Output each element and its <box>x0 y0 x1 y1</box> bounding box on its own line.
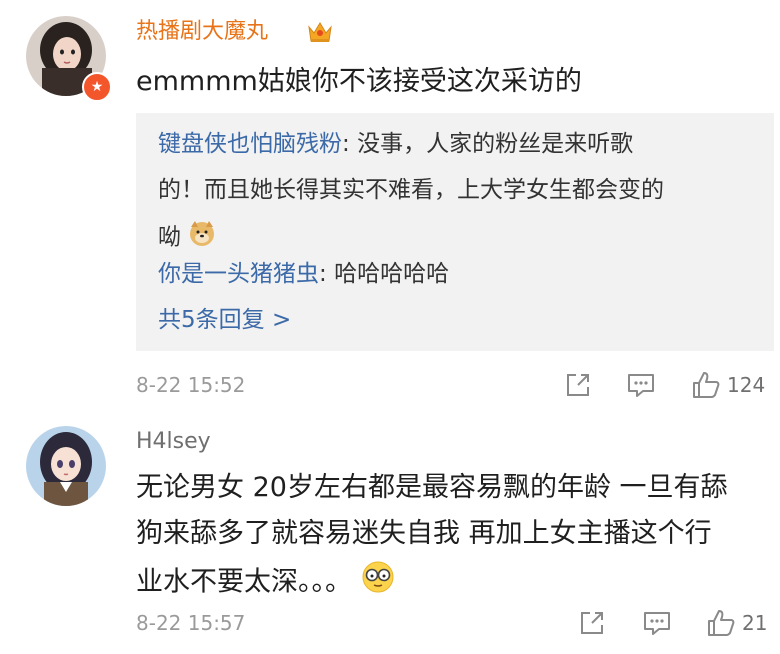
comment-item: ★ 热播剧大魔丸 emmmm姑娘你不该接受这次采访的 键盘侠也怕脑残粉: 没事，… <box>0 0 780 410</box>
reply-username[interactable]: 你是一头猪猪虫 <box>158 261 319 287</box>
more-replies-link[interactable]: 共5条回复 > <box>158 303 291 337</box>
comment-item: H4lsey 无论男女 20岁左右都是最容易飘的年龄 一旦有舔 狗来舔多了就容易… <box>0 410 780 654</box>
share-button[interactable] <box>578 608 606 638</box>
reply-username[interactable]: 键盘侠也怕脑残粉 <box>158 131 342 157</box>
glasses-emoji-icon <box>361 560 395 606</box>
comment-text-continued: 业水不要太深。。。 <box>136 560 395 606</box>
vip-badge-icon: ★ <box>82 72 112 102</box>
reply-box[interactable]: 键盘侠也怕脑残粉: 没事，人家的粉丝是来听歌 的！而且她长得其实不难看，上大学女… <box>136 113 774 351</box>
crown-icon <box>306 18 334 50</box>
avatar[interactable] <box>26 426 106 506</box>
comment-button[interactable] <box>642 608 672 638</box>
like-count: 124 <box>727 373 766 397</box>
timestamp: 8-22 15:52 <box>136 373 246 397</box>
comment-meta: 8-22 15:57 21 <box>136 608 780 638</box>
comment-text: emmmm姑娘你不该接受这次采访的 <box>136 66 582 97</box>
share-icon <box>567 374 589 396</box>
reply-item[interactable]: 你是一头猪猪虫: 哈哈哈哈哈 <box>158 257 449 291</box>
share-button[interactable] <box>564 370 592 400</box>
like-icon <box>693 372 720 398</box>
doge-emoji-icon <box>188 219 216 257</box>
comment-meta: 8-22 15:52 124 <box>136 370 780 400</box>
username[interactable]: H4lsey <box>136 428 211 456</box>
reply-text: 没事，人家的粉丝是来听歌 <box>357 131 634 157</box>
comment-icon <box>644 612 670 635</box>
like-count: 21 <box>742 611 768 635</box>
reply-text: 哈哈哈哈哈 <box>334 261 450 287</box>
comment-text: 无论男女 20岁左右都是最容易飘的年龄 一旦有舔 <box>136 472 728 503</box>
share-icon <box>581 612 603 634</box>
reply-text-continued: 呦 <box>158 219 216 257</box>
like-button[interactable]: 21 <box>706 608 767 638</box>
like-icon <box>708 610 735 636</box>
username[interactable]: 热播剧大魔丸 <box>136 18 268 46</box>
comment-button[interactable] <box>626 370 656 400</box>
reply-text-continued: 的！而且她长得其实不难看，上大学女生都会变的 <box>158 177 664 203</box>
like-button[interactable]: 124 <box>691 370 765 400</box>
comment-icon <box>628 374 654 397</box>
comment-text-continued: 狗来舔多了就容易迷失自我 再加上女主播这个行 <box>136 518 712 549</box>
reply-item[interactable]: 键盘侠也怕脑残粉: 没事，人家的粉丝是来听歌 <box>158 127 633 161</box>
timestamp: 8-22 15:57 <box>136 611 246 635</box>
